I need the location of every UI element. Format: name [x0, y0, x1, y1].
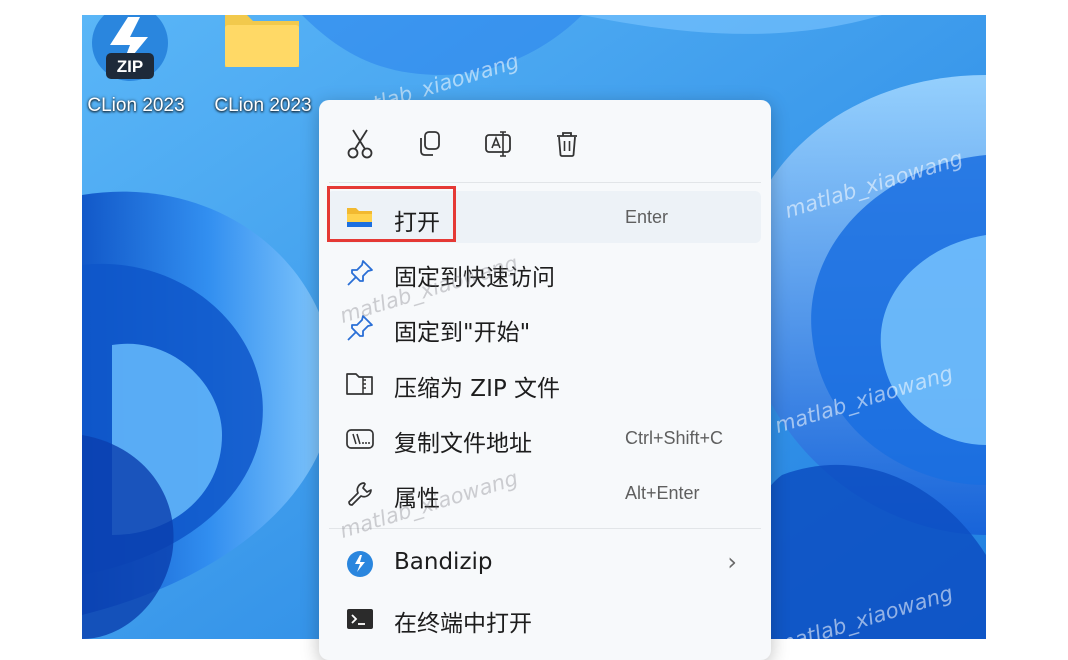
zip-archive-icon: ZIP [92, 15, 168, 81]
delete-icon [557, 132, 577, 157]
submenu-chevron-icon: › [727, 548, 737, 576]
rename-icon [485, 131, 511, 157]
menu-separator [329, 528, 761, 529]
bandizip-icon [345, 550, 375, 578]
menu-item-label: 复制文件地址 [394, 431, 532, 457]
pin-icon [345, 314, 375, 342]
desktop-icon-clion-folder[interactable]: CLion 2023 [207, 15, 319, 117]
desktop-icon-label: CLion 2023 [214, 95, 312, 116]
rename-button[interactable] [479, 124, 519, 164]
menu-item-label: 压缩为 ZIP 文件 [394, 376, 561, 402]
cut-button[interactable] [340, 124, 380, 164]
menu-item-shortcut: Alt+Enter [625, 483, 700, 503]
copy-button[interactable] [409, 124, 449, 164]
menu-item-label: 属性 [394, 486, 440, 512]
zip-folder-icon [345, 370, 375, 398]
desktop-icon-clion-zip[interactable]: ZIP CLion 2023 [82, 15, 192, 117]
menu-item-shortcut: Enter [625, 207, 669, 227]
menu-item-copy-path[interactable]: 复制文件地址 Ctrl+Shift+C [327, 412, 761, 464]
menu-item-label: 在终端中打开 [394, 611, 532, 637]
context-menu: 打开 Enter 固定到快速访问 固定到"开始" 压缩为 ZIP 文件 复制文件… [319, 100, 771, 660]
copy-path-icon [345, 425, 375, 453]
menu-item-shortcut: Ctrl+Shift+C [625, 428, 724, 448]
desktop-icon-label: CLion 2023 [87, 95, 185, 116]
menu-item-bandizip[interactable]: Bandizip › [327, 537, 761, 589]
menu-item-properties[interactable]: 属性 Alt+Enter [327, 467, 761, 519]
highlight-box [327, 186, 456, 242]
cut-icon [347, 129, 373, 159]
terminal-icon [345, 605, 375, 633]
menu-item-label: 固定到快速访问 [394, 265, 555, 291]
copy-icon [420, 131, 440, 156]
pin-icon [345, 259, 375, 287]
menu-item-open-terminal[interactable]: 在终端中打开 [327, 592, 761, 644]
menu-item-compress-zip[interactable]: 压缩为 ZIP 文件 [327, 357, 761, 409]
menu-item-label: 固定到"开始" [394, 320, 531, 346]
menu-item-pin-quick-access[interactable]: 固定到快速访问 [327, 246, 761, 298]
menu-item-label: Bandizip [394, 549, 493, 575]
menu-separator [329, 182, 761, 183]
menu-item-pin-start[interactable]: 固定到"开始" [327, 301, 761, 353]
wrench-icon [345, 480, 375, 508]
zip-badge: ZIP [117, 57, 143, 76]
delete-button[interactable] [547, 124, 587, 164]
context-menu-toolbar [319, 118, 771, 168]
folder-icon [225, 15, 299, 67]
